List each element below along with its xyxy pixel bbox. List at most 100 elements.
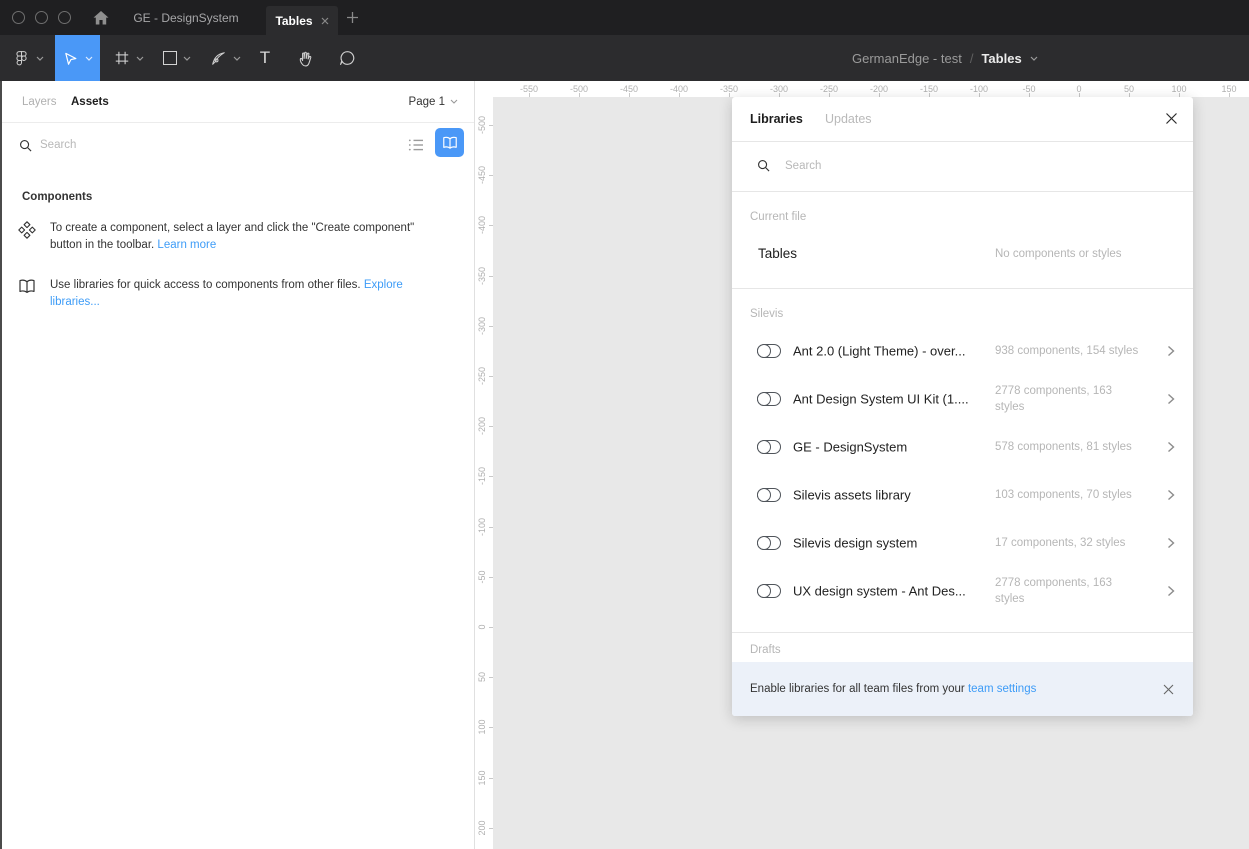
assets-panel: Layers Assets Page 1 Components To creat… <box>0 81 475 849</box>
search-input[interactable] <box>40 135 340 155</box>
main-menu-button[interactable] <box>8 35 48 81</box>
chevron-down-icon <box>450 99 458 104</box>
library-row[interactable]: Silevis design system17 components, 32 s… <box>732 519 1193 567</box>
tab-assets[interactable]: Assets <box>71 81 109 122</box>
tab-label: Libraries <box>750 112 803 126</box>
library-row[interactable]: Ant Design System UI Kit (1....2778 comp… <box>732 375 1193 423</box>
ruler-tick <box>489 577 493 578</box>
toggle-knob <box>757 488 771 502</box>
section-divider <box>732 632 1193 633</box>
ruler-y-label: 50 <box>477 672 487 682</box>
use-libraries-tip: Use libraries for quick access to compon… <box>18 277 448 310</box>
ruler-y-label: 0 <box>477 624 487 629</box>
tab-libraries[interactable]: Libraries <box>750 97 803 141</box>
ruler-tick <box>489 527 493 528</box>
ruler-y-label: 200 <box>477 820 487 835</box>
tab-label: Tables <box>275 14 312 28</box>
modal-search-input[interactable] <box>785 156 1105 176</box>
team-settings-link[interactable]: team settings <box>968 683 1036 695</box>
component-icon <box>18 220 36 253</box>
ruler-y-label: -400 <box>477 216 487 234</box>
minimize-window-icon[interactable] <box>35 11 48 24</box>
toggle-off-icon[interactable] <box>757 344 781 358</box>
tab-ge-designsystem[interactable]: GE - DesignSystem <box>122 0 250 35</box>
text-tool-button[interactable]: T <box>252 35 278 81</box>
library-chevron[interactable] <box>1167 393 1175 405</box>
pen-icon <box>210 50 227 67</box>
breadcrumb-file[interactable]: Tables <box>981 51 1021 66</box>
ruler-y-label: -100 <box>477 518 487 536</box>
library-name: GE - DesignSystem <box>793 440 907 455</box>
text-icon: T <box>260 48 270 68</box>
close-banner-icon[interactable] <box>1163 684 1174 695</box>
toggle-off-icon[interactable] <box>757 488 781 502</box>
library-list: Ant 2.0 (Light Theme) - over...938 compo… <box>732 327 1193 615</box>
list-view-icon[interactable] <box>408 138 424 152</box>
chevron-down-icon[interactable] <box>1030 56 1038 61</box>
ruler-tick <box>489 426 493 427</box>
tip-text: To create a component, select a layer an… <box>50 220 448 253</box>
comment-tool-button[interactable] <box>334 35 360 81</box>
ruler-tick <box>729 93 730 97</box>
ruler-tick <box>489 225 493 226</box>
library-chevron[interactable] <box>1167 537 1175 549</box>
ruler-y-label: 150 <box>477 770 487 785</box>
team-settings-banner: Enable libraries for all team files from… <box>732 662 1193 716</box>
learn-more-link[interactable]: Learn more <box>157 239 216 251</box>
frame-icon <box>114 50 130 66</box>
tab-label: Layers <box>22 96 57 108</box>
pen-tool-button[interactable] <box>206 35 244 81</box>
home-icon[interactable] <box>92 9 110 27</box>
library-chevron[interactable] <box>1167 441 1175 453</box>
tab-layers[interactable]: Layers <box>22 81 57 122</box>
ruler-tick <box>489 727 493 728</box>
chevron-right-icon <box>1167 537 1175 549</box>
ruler-tick <box>489 627 493 628</box>
close-window-icon[interactable] <box>12 11 25 24</box>
drafts-section-label: Drafts <box>750 644 781 656</box>
assets-search-row <box>0 122 474 169</box>
ruler-tick <box>679 93 680 97</box>
library-chevron[interactable] <box>1167 489 1175 501</box>
library-view-button[interactable] <box>435 128 464 157</box>
ruler-tick <box>489 677 493 678</box>
cursor-icon <box>62 50 79 67</box>
close-modal-icon[interactable] <box>1165 112 1178 125</box>
hand-tool-button[interactable] <box>292 35 318 81</box>
new-tab-icon[interactable] <box>346 11 359 24</box>
panel-tabs: Layers Assets Page 1 <box>0 81 474 123</box>
tab-updates[interactable]: Updates <box>825 97 872 141</box>
library-count: 103 components, 70 styles <box>995 487 1143 503</box>
tip-text: Use libraries for quick access to compon… <box>50 277 448 310</box>
create-component-tip: To create a component, select a layer an… <box>18 220 448 253</box>
library-chevron[interactable] <box>1167 585 1175 597</box>
move-tool-button[interactable] <box>55 35 100 81</box>
library-name: Ant Design System UI Kit (1.... <box>793 392 969 407</box>
library-row[interactable]: GE - DesignSystem578 components, 81 styl… <box>732 423 1193 471</box>
ruler-tick <box>489 476 493 477</box>
frame-tool-button[interactable] <box>110 35 148 81</box>
toggle-off-icon[interactable] <box>757 536 781 550</box>
breadcrumb-separator: / <box>970 51 974 66</box>
page-selector[interactable]: Page 1 <box>409 81 458 122</box>
library-chevron[interactable] <box>1167 345 1175 357</box>
toggle-knob <box>757 440 771 454</box>
tab-label: GE - DesignSystem <box>133 11 238 25</box>
library-name: Silevis design system <box>793 536 917 551</box>
library-row[interactable]: Ant 2.0 (Light Theme) - over...938 compo… <box>732 327 1193 375</box>
library-row[interactable]: UX design system - Ant Des...2778 compon… <box>732 567 1193 615</box>
zoom-window-icon[interactable] <box>58 11 71 24</box>
library-row[interactable]: Silevis assets library103 components, 70… <box>732 471 1193 519</box>
tab-tables[interactable]: Tables <box>266 6 338 35</box>
titlebar: GE - DesignSystem Tables <box>0 0 1249 35</box>
chevron-down-icon <box>233 56 241 61</box>
open-book-icon <box>442 135 458 150</box>
current-file-row[interactable]: Tables No components or styles <box>732 234 1193 276</box>
close-tab-icon[interactable] <box>321 17 329 25</box>
ruler-tick <box>579 93 580 97</box>
toggle-off-icon[interactable] <box>757 392 781 406</box>
toggle-off-icon[interactable] <box>757 584 781 598</box>
shape-tool-button[interactable] <box>158 35 196 81</box>
toggle-off-icon[interactable] <box>757 440 781 454</box>
breadcrumb-project[interactable]: GermanEdge - test <box>852 51 962 66</box>
